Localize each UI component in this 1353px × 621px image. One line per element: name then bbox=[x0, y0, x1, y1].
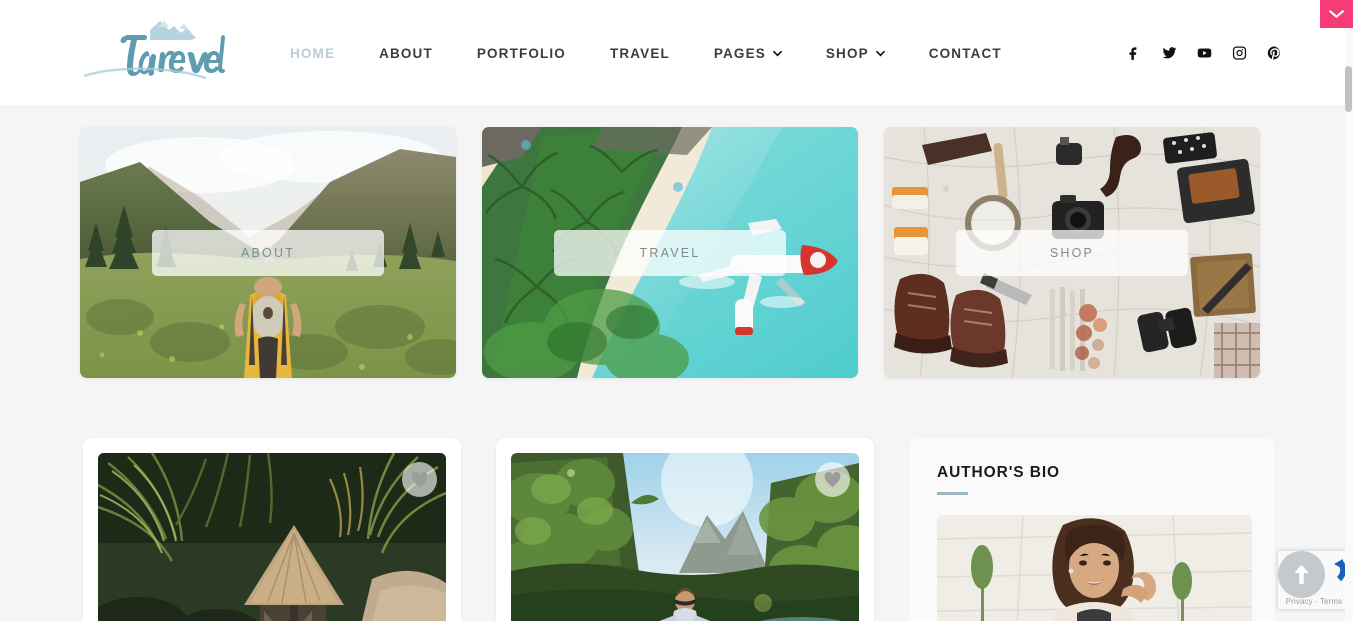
category-button-travel[interactable]: TRAVEL bbox=[554, 229, 786, 276]
nav-label: ABOUT bbox=[379, 46, 433, 61]
site-header: HOME ABOUT PORTFOLIO TRAVEL PAGES SHOP C… bbox=[0, 0, 1345, 105]
chevron-down-icon bbox=[875, 49, 885, 58]
blog-card[interactable] bbox=[496, 438, 874, 621]
karst-cliffs-traveler-image bbox=[511, 453, 859, 621]
pink-dropdown-tab[interactable] bbox=[1320, 0, 1353, 28]
scroll-to-top-button[interactable] bbox=[1278, 551, 1325, 598]
travel-logo-icon bbox=[83, 21, 225, 80]
author-portrait-image bbox=[937, 515, 1252, 621]
nav-label: CONTACT bbox=[928, 46, 1002, 61]
facebook-icon[interactable] bbox=[1127, 45, 1142, 61]
chevron-down-icon bbox=[1329, 10, 1344, 18]
nav-item-portfolio[interactable]: PORTFOLIO bbox=[455, 43, 588, 65]
plaid-cloth bbox=[1214, 323, 1260, 378]
blog-card-image-wrap bbox=[511, 453, 859, 621]
instagram-icon[interactable] bbox=[1232, 45, 1247, 61]
page-scrollbar-thumb[interactable] bbox=[1345, 66, 1352, 112]
category-card-about[interactable]: ABOUT bbox=[80, 127, 456, 378]
category-cards: ABOUT TRAVEL SHOP bbox=[80, 127, 1268, 378]
blog-card[interactable] bbox=[83, 438, 461, 621]
notebook bbox=[1190, 253, 1256, 317]
nav-label: HOME bbox=[290, 46, 336, 61]
site-logo[interactable] bbox=[62, 14, 227, 90]
twitter-icon[interactable] bbox=[1162, 45, 1177, 61]
thatched-hut-palms-image bbox=[98, 453, 446, 621]
heart-icon bbox=[411, 471, 428, 487]
favorite-button[interactable] bbox=[402, 462, 437, 497]
category-card-shop[interactable]: SHOP bbox=[884, 127, 1260, 378]
pinterest-icon[interactable] bbox=[1267, 45, 1282, 61]
category-label: TRAVEL bbox=[639, 245, 701, 260]
social-links bbox=[1127, 45, 1282, 61]
category-label: ABOUT bbox=[240, 245, 296, 260]
chevron-down-icon bbox=[772, 49, 782, 58]
blog-card-image-wrap bbox=[98, 453, 446, 621]
nav-item-home[interactable]: HOME bbox=[268, 43, 357, 65]
nav-item-pages[interactable]: PAGES bbox=[692, 43, 804, 65]
category-label: SHOP bbox=[1049, 245, 1095, 260]
title-underline-accent bbox=[937, 492, 968, 495]
recaptcha-legal-text: Privacy - Terms bbox=[1285, 597, 1343, 606]
nav-label: SHOP bbox=[825, 46, 869, 61]
nav-label: PORTFOLIO bbox=[476, 46, 566, 61]
author-photo-wrap bbox=[937, 515, 1252, 621]
nav-item-travel[interactable]: TRAVEL bbox=[588, 43, 692, 65]
content-row: AUTHOR'S BIO bbox=[83, 438, 1275, 621]
favorite-button[interactable] bbox=[815, 462, 850, 497]
category-card-travel[interactable]: TRAVEL bbox=[482, 127, 858, 378]
nav-item-shop[interactable]: SHOP bbox=[804, 43, 907, 65]
nav-item-contact[interactable]: CONTACT bbox=[907, 43, 1024, 65]
heart-icon bbox=[824, 471, 841, 487]
arrow-up-icon bbox=[1294, 564, 1309, 584]
page-root: HOME ABOUT PORTFOLIO TRAVEL PAGES SHOP C… bbox=[0, 0, 1353, 621]
category-button-about[interactable]: ABOUT bbox=[152, 229, 384, 276]
main-navigation: HOME ABOUT PORTFOLIO TRAVEL PAGES SHOP C… bbox=[268, 43, 1024, 65]
nav-item-about[interactable]: ABOUT bbox=[357, 43, 455, 65]
nav-label: PAGES bbox=[713, 46, 766, 61]
author-bio-title: AUTHOR'S BIO bbox=[937, 464, 1060, 481]
category-button-shop[interactable]: SHOP bbox=[956, 229, 1188, 276]
nav-label: TRAVEL bbox=[609, 46, 670, 61]
author-bio-panel: AUTHOR'S BIO bbox=[909, 438, 1275, 621]
youtube-icon[interactable] bbox=[1197, 45, 1212, 61]
wallet bbox=[1177, 158, 1255, 224]
